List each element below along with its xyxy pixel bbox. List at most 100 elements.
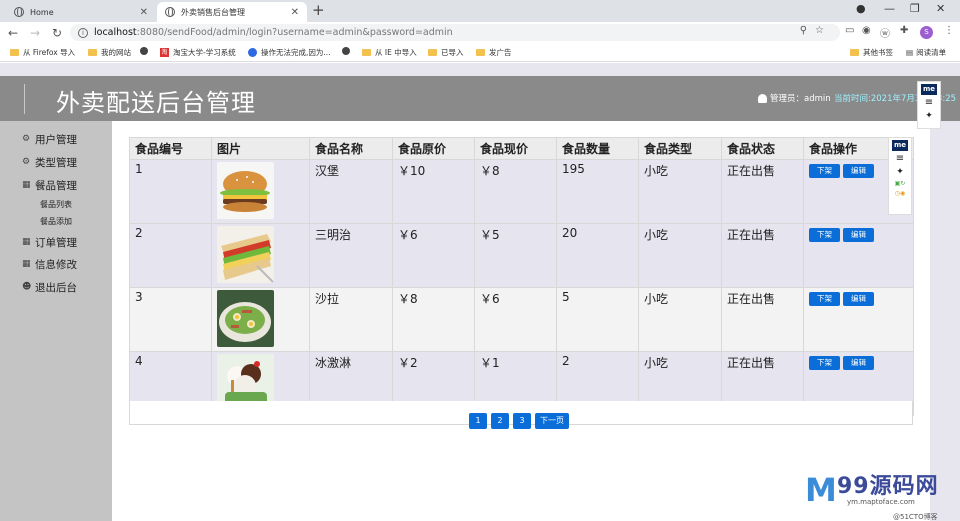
puzzle-icon[interactable]: ✚ — [900, 25, 908, 36]
column-header: 食品数量 — [556, 137, 639, 160]
cell-image — [211, 287, 310, 352]
back-icon[interactable]: ← — [2, 26, 24, 40]
sidebar-item-users[interactable]: ⚙ 用户管理 — [22, 131, 77, 147]
camera-icon[interactable]: ◉ — [862, 25, 871, 36]
page-button-2[interactable]: 2 — [491, 413, 509, 429]
off-shelf-button[interactable]: 下架 — [809, 164, 840, 178]
zoom-star-icons[interactable]: ⚲☆ — [800, 25, 832, 36]
taobao-icon: 淘 — [160, 48, 169, 57]
next-page-button[interactable]: 下一页 — [535, 413, 569, 429]
address-bar[interactable]: i localhost:8080/sendFood/admin/login?us… — [70, 24, 840, 41]
edit-button[interactable]: 编辑 — [843, 228, 874, 242]
off-shelf-button[interactable]: 下架 — [809, 228, 840, 242]
maximize-button[interactable]: ❐ — [910, 2, 920, 15]
window-close-button[interactable]: ✕ — [936, 2, 945, 15]
tab-admin[interactable]: 外卖销售后台管理 ✕ — [157, 2, 307, 22]
bookmark[interactable]: ▤ 阅读清单 — [906, 47, 946, 58]
new-tab-button[interactable]: + — [312, 1, 325, 19]
bookmarks-bar: 从 Firefox 导入 我的网站 淘淘宝大学-学习系统 操作无法完成,因为..… — [0, 44, 960, 62]
edit-button[interactable]: 编辑 — [843, 164, 874, 178]
cell-qty: 5 — [556, 287, 639, 352]
menu-icon[interactable]: ⋮ — [944, 25, 954, 36]
globe-icon — [342, 47, 350, 55]
tab-search-icon[interactable]: ● — [856, 2, 866, 15]
minimize-button[interactable]: — — [884, 2, 895, 15]
column-header: 食品编号 — [129, 137, 212, 160]
cell-price: ￥6 — [474, 287, 557, 352]
magic-wand-icon[interactable]: ✦ — [896, 167, 904, 177]
folder-icon — [476, 49, 485, 56]
refresh-icon[interactable]: ▣↻ — [895, 180, 906, 187]
bookmark[interactable]: 淘淘宝大学-学习系统 — [160, 47, 236, 58]
hamburger-image — [217, 162, 274, 219]
cell-orig-price: ￥10 — [392, 159, 475, 224]
hamburger-icon[interactable]: ≡ — [925, 98, 933, 108]
sidebar-item-logout[interactable]: ☻ 退出后台 — [22, 279, 77, 295]
me-logo-icon[interactable]: me — [921, 84, 937, 95]
sidebar-item-orders[interactable]: ▦ 订单管理 — [22, 234, 77, 250]
column-header: 图片 — [211, 137, 310, 160]
cell-id: 1 — [129, 159, 212, 224]
info-icon[interactable]: i — [78, 27, 88, 38]
extension-toolbar: me ≡ ✦ — [917, 81, 941, 129]
extension-toolbar: me ≡ ✦ ▣↻ ◷◉ — [888, 137, 912, 215]
nav-bar: ← → ↻ i localhost:8080/sendFood/admin/lo… — [0, 22, 960, 44]
url-host: localhost — [94, 27, 137, 38]
sidebar-subitem-food-add[interactable]: 餐品添加 — [40, 216, 72, 227]
me-logo-icon[interactable]: me — [892, 140, 908, 151]
column-header: 食品状态 — [721, 137, 804, 160]
cell-status: 正在出售 — [721, 287, 804, 352]
close-icon[interactable]: ✕ — [291, 7, 299, 18]
table-header-row: 食品编号 图片 食品名称 食品原价 食品现价 食品数量 食品类型 食品状态 食品… — [129, 137, 914, 160]
sidebar-item-food[interactable]: ▦ 餐品管理 — [22, 177, 77, 193]
reload-icon[interactable]: ↻ — [46, 26, 68, 40]
column-header: 食品类型 — [638, 137, 722, 160]
tab-home[interactable]: Home ✕ — [6, 2, 156, 22]
sidebar-subitem-food-list[interactable]: 餐品列表 — [40, 199, 72, 210]
edit-button[interactable]: 编辑 — [843, 292, 874, 306]
magic-wand-icon[interactable]: ✦ — [925, 111, 933, 121]
page-button-3[interactable]: 3 — [513, 413, 531, 429]
bookmark[interactable]: 操作无法完成,因为... — [248, 47, 331, 58]
url-path: :8080/sendFood/admin/login?username=admi… — [136, 27, 453, 38]
tab-admin-label: 外卖销售后台管理 — [181, 7, 245, 17]
cell-name: 沙拉 — [309, 287, 393, 352]
gears-icon: ⚙ — [22, 157, 31, 167]
cell-name: 三明治 — [309, 223, 393, 288]
forward-icon[interactable]: → — [24, 26, 46, 40]
bookmark[interactable]: 已导入 — [428, 47, 464, 58]
watermark-copyright: @51CTO博客 — [893, 513, 938, 521]
extension-icon[interactable]: ▭ — [845, 25, 854, 36]
close-icon[interactable]: ✕ — [140, 7, 148, 18]
hamburger-icon[interactable]: ≡ — [896, 154, 904, 164]
sidebar-item-profile[interactable]: ▦ 信息修改 — [22, 256, 77, 272]
bookmark[interactable]: 其他书签 — [850, 47, 893, 58]
bookmark[interactable] — [140, 47, 152, 55]
cell-type: 小吃 — [638, 287, 722, 352]
off-shelf-button[interactable]: 下架 — [809, 292, 840, 306]
cell-actions: 下架 编辑 — [803, 223, 914, 288]
bookmark[interactable]: 发广告 — [476, 47, 512, 58]
edit-button[interactable]: 编辑 — [843, 356, 874, 370]
cell-status: 正在出售 — [721, 159, 804, 224]
profile-avatar[interactable]: S — [920, 26, 933, 39]
salad-image — [217, 290, 274, 347]
sandwich-image — [217, 226, 274, 283]
cell-type: 小吃 — [638, 223, 722, 288]
bookmark[interactable]: 我的网站 — [88, 47, 131, 58]
off-shelf-button[interactable]: 下架 — [809, 356, 840, 370]
extension-w-icon[interactable]: ⓦ — [880, 25, 890, 40]
bookmark[interactable]: 从 IE 中导入 — [362, 47, 417, 58]
paw-icon — [248, 48, 257, 57]
bookmark[interactable] — [342, 47, 354, 55]
cell-price: ￥5 — [474, 223, 557, 288]
eye-icon[interactable]: ◷◉ — [895, 190, 905, 197]
globe-icon — [165, 7, 175, 17]
bookmark[interactable]: 从 Firefox 导入 — [10, 47, 75, 58]
folder-icon — [88, 49, 97, 56]
cell-price: ￥8 — [474, 159, 557, 224]
page-button-1[interactable]: 1 — [469, 413, 487, 429]
sidebar-item-types[interactable]: ⚙ 类型管理 — [22, 154, 77, 170]
cell-orig-price: ￥8 — [392, 287, 475, 352]
cell-qty: 195 — [556, 159, 639, 224]
